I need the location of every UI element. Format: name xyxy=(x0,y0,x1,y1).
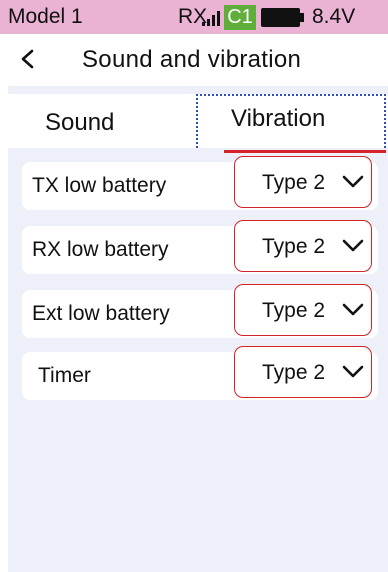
signal-bars-icon xyxy=(201,10,225,26)
setting-row-ext-low-battery: Ext low battery Type 2 xyxy=(22,284,378,338)
tab-vibration[interactable]: Vibration xyxy=(196,94,386,148)
chevron-left-icon[interactable] xyxy=(14,44,40,74)
setting-row-rx-low-battery: RX low battery Type 2 xyxy=(22,220,378,274)
chevron-down-icon xyxy=(342,239,364,252)
select-value: Type 2 xyxy=(262,235,326,258)
row-label: Timer xyxy=(38,364,91,387)
chevron-down-icon xyxy=(342,175,364,188)
select-value: Type 2 xyxy=(262,361,326,384)
active-tab-indicator xyxy=(224,150,386,153)
type-select-ext-low-battery[interactable]: Type 2 xyxy=(234,284,372,336)
chevron-down-icon xyxy=(342,303,364,316)
channel-badge: C1 xyxy=(224,5,256,30)
status-bar: Model 1 RX C1 8.4V xyxy=(0,0,388,34)
battery-icon xyxy=(261,8,304,27)
page-title: Sound and vibration xyxy=(82,46,302,73)
tab-bar: Sound Vibration xyxy=(8,94,388,153)
type-select-timer[interactable]: Type 2 xyxy=(234,346,372,398)
type-select-rx-low-battery[interactable]: Type 2 xyxy=(234,220,372,272)
row-label: RX low battery xyxy=(32,238,169,261)
tab-sound[interactable]: Sound xyxy=(8,94,194,148)
setting-row-timer: Timer Type 2 xyxy=(22,346,378,400)
select-value: Type 2 xyxy=(262,299,326,322)
chevron-down-icon xyxy=(342,365,364,378)
row-label: TX low battery xyxy=(32,174,167,197)
model-name: Model 1 xyxy=(8,5,83,28)
row-label: Ext low battery xyxy=(32,302,170,325)
tab-sound-label: Sound xyxy=(45,109,115,136)
select-value: Type 2 xyxy=(262,171,326,194)
content-panel: Sound Vibration TX low battery Type 2 RX… xyxy=(8,86,388,572)
setting-row-tx-low-battery: TX low battery Type 2 xyxy=(22,156,378,210)
page-header: Sound and vibration xyxy=(0,34,388,86)
type-select-tx-low-battery[interactable]: Type 2 xyxy=(234,156,372,208)
battery-voltage: 8.4V xyxy=(312,5,356,28)
tab-vibration-label: Vibration xyxy=(231,105,326,132)
